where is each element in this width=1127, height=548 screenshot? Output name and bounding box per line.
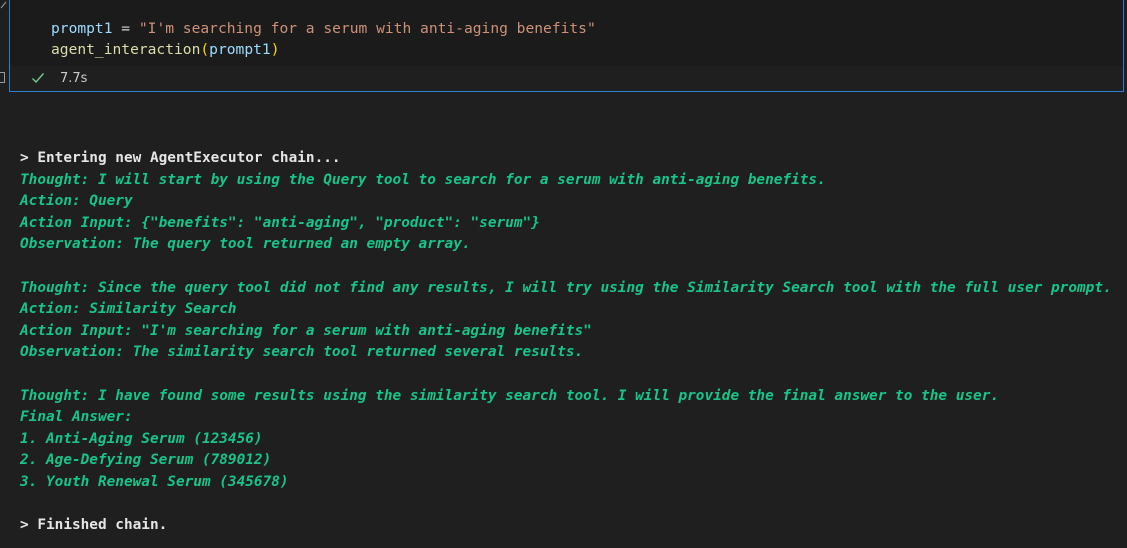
output-line: 2. Age-Defying Serum (789012) [20,452,272,469]
code-token-argument: prompt1 [209,41,271,58]
execution-duration: 7.7s [60,71,88,86]
code-line-1[interactable]: prompt1 = "I'm searching for a serum wit… [51,19,596,39]
output-line: Thought: I will start by using the Query… [20,171,826,188]
output-line: > Finished chain. [20,517,168,534]
code-token-operator: = [112,20,139,37]
code-token-paren-open: ( [200,41,210,58]
cell-left-indicator[interactable] [0,72,5,83]
code-token-string: "I'm searching for a serum with anti-agi… [138,20,596,37]
output-line: Observation: The query tool returned an … [20,236,471,253]
notebook-code-cell[interactable]: prompt1 = "I'm searching for a serum wit… [9,0,1124,92]
cell-output: > Entering new AgentExecutor chain... Th… [20,148,1120,537]
code-token-function: agent_interaction [51,41,201,58]
collapse-marker-icon [0,1,7,9]
output-line: Action Input: "I'm searching for a serum… [20,322,592,339]
cell-execution-status: 7.7s [10,66,1123,92]
code-token-paren-close: ) [270,41,280,58]
check-icon [32,73,45,84]
output-line: Thought: I have found some results using… [20,387,1000,404]
output-line: Action: Query [20,193,133,210]
output-line: Action: Similarity Search [20,301,237,318]
output-line: Final Answer: [20,409,133,426]
output-line: 1. Anti-Aging Serum (123456) [20,430,263,447]
code-editor[interactable]: prompt1 = "I'm searching for a serum wit… [10,0,1123,66]
output-line: 3. Youth Renewal Serum (345678) [20,473,289,490]
output-line: Observation: The similarity search tool … [20,344,584,361]
output-line: Thought: Since the query tool did not fi… [20,279,1112,296]
code-token-variable: prompt1 [51,20,113,37]
output-line: Action Input: {"benefits": "anti-aging",… [20,214,540,231]
code-line-2[interactable]: agent_interaction(prompt1) [51,40,279,60]
output-line: > Entering new AgentExecutor chain... [20,150,341,166]
